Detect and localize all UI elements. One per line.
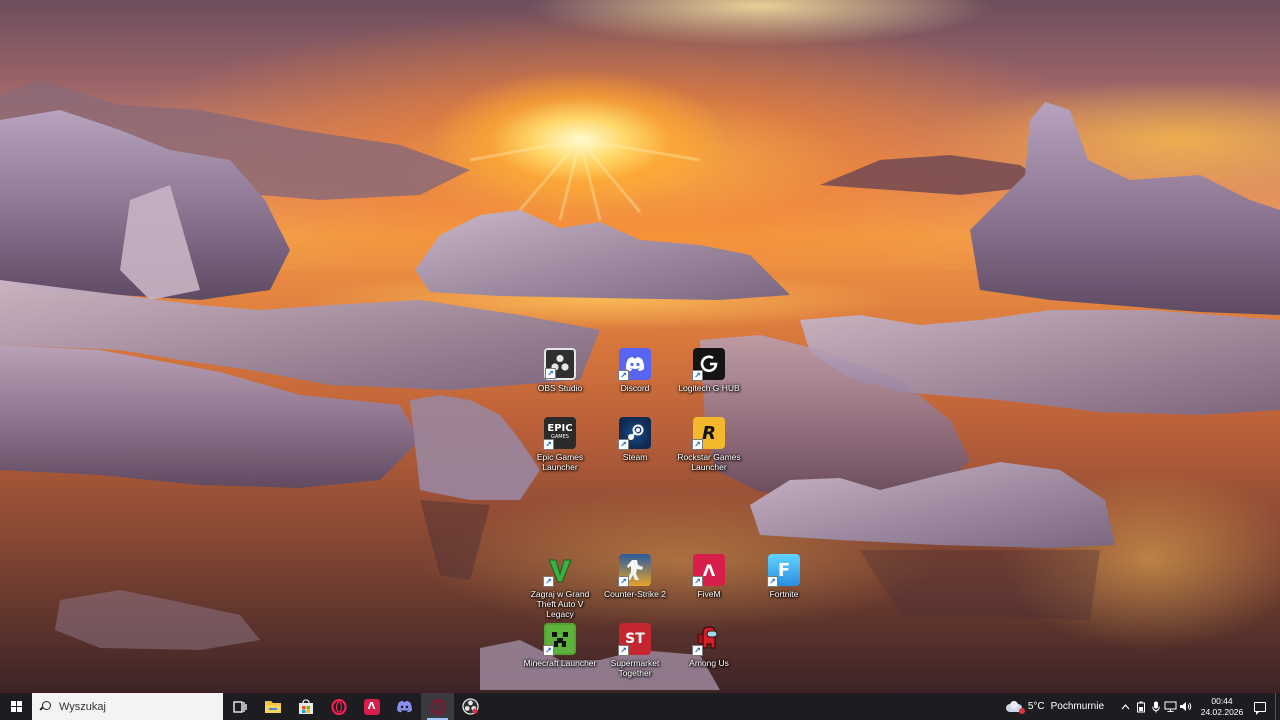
desktop-icon-label: Counter-Strike 2 (604, 589, 666, 599)
desktop-icon-label: Steam (622, 452, 648, 462)
desktop-icon-discord[interactable]: ↗ Discord (597, 348, 673, 393)
desktop-icon-label: FiveM (697, 589, 721, 599)
weather-temperature: 5°C (1027, 701, 1045, 712)
desktop-icon-label: Discord (620, 383, 650, 393)
microphone-icon[interactable] (1148, 693, 1163, 720)
shortcut-arrow-icon: ↗ (692, 645, 703, 656)
cloud-icon (1005, 701, 1025, 714)
task-view-icon (232, 700, 247, 713)
shortcut-arrow-icon: ↗ (618, 370, 629, 381)
shortcut-arrow-icon: ↗ (692, 370, 703, 381)
taskbar: Λ 5°C Pochmurnie 00:44 (0, 693, 1280, 720)
desktop-icon-logitech-g-hub[interactable]: ↗ Logitech G HUB (671, 348, 747, 393)
taskbar-file-explorer[interactable] (256, 693, 289, 720)
search-input[interactable] (59, 700, 209, 713)
taskbar-opera-gx[interactable] (322, 693, 355, 720)
fortnite-icon: F ↗ (767, 554, 800, 587)
fivem-icon: Λ (363, 698, 380, 715)
start-button[interactable] (0, 693, 32, 720)
shortcut-arrow-icon: ↗ (543, 645, 554, 656)
taskbar-fivem[interactable]: Λ (355, 693, 388, 720)
chevron-up-icon[interactable] (1118, 693, 1133, 720)
supermarket-together-icon: ST ↗ (618, 623, 651, 656)
search-icon (40, 701, 51, 712)
search-box[interactable] (32, 693, 223, 720)
clock[interactable]: 00:44 24.02.2026 (1199, 696, 1245, 718)
logitech-icon: ↗ (692, 348, 725, 381)
desktop-icon-among-us[interactable]: ↗ Among Us (671, 623, 747, 668)
fortnite-logo-text: F (777, 559, 791, 581)
shortcut-arrow-icon: ↗ (545, 368, 556, 379)
epic-logo-text: EPIC (547, 423, 573, 434)
steam-icon: ↗ (618, 417, 651, 450)
discord-icon: ↗ (618, 348, 651, 381)
shortcut-arrow-icon: ↗ (543, 576, 554, 587)
obs-icon (462, 698, 479, 715)
desktop-icon-label: Supermarket Together (610, 658, 660, 678)
desktop-icon-label: Among Us (689, 658, 729, 668)
notification-icon (1254, 701, 1266, 715)
desktop-icon-label: Minecraft Launcher (523, 658, 597, 668)
clock-time: 00:44 (1211, 695, 1233, 706)
minecraft-icon: ↗ (543, 623, 576, 656)
folder-icon (264, 701, 281, 713)
volume-icon[interactable] (1178, 693, 1193, 720)
rockstar-icon: R ↗ (692, 417, 725, 450)
weather-alert-icon (1018, 708, 1025, 714)
desktop-icon-steam[interactable]: ↗ Steam (597, 417, 673, 462)
desktop-icon-counter-strike-2[interactable]: ↗ Counter-Strike 2 (597, 554, 673, 599)
weather-condition: Pochmurnie (1050, 701, 1104, 712)
taskbar-task-view[interactable] (223, 693, 256, 720)
taskbar-discord[interactable] (388, 693, 421, 720)
fivem-logo-text: Λ (702, 560, 716, 580)
desktop-icon-obs-studio[interactable]: ↗ OBS Studio (522, 348, 598, 393)
fivem-icon: Λ ↗ (692, 554, 725, 587)
shortcut-arrow-icon: ↗ (543, 439, 554, 450)
opera-icon (429, 698, 446, 715)
desktop-icon-label: Fortnite (769, 589, 799, 599)
desktop-icon-label: Zagraj w Grand Theft Auto V Legacy (530, 589, 590, 619)
battery-icon[interactable] (1133, 693, 1148, 720)
obs-icon: ↗ (544, 348, 576, 380)
desktop-icon-rockstar-games-launcher[interactable]: R ↗ Rockstar Games Launcher (671, 417, 747, 472)
taskbar-microsoft-store[interactable] (289, 693, 322, 720)
discord-icon (397, 700, 412, 713)
opera-icon (330, 698, 347, 715)
windows-logo-icon (10, 701, 22, 712)
shortcut-arrow-icon: ↗ (618, 645, 629, 656)
among-us-icon: ↗ (692, 623, 725, 656)
notification-center-button[interactable] (1245, 693, 1275, 720)
desktop-icon-label: Epic Games Launcher (536, 452, 584, 472)
taskbar-obs-studio[interactable] (454, 693, 487, 720)
shortcut-arrow-icon: ↗ (692, 439, 703, 450)
shortcut-arrow-icon: ↗ (618, 576, 629, 587)
desktop-icon-label: Logitech G HUB (678, 383, 740, 393)
store-icon (298, 698, 313, 714)
desktop-icon-gta-v-legacy[interactable]: ↗ Zagraj w Grand Theft Auto V Legacy (522, 554, 598, 619)
shortcut-arrow-icon: ↗ (618, 439, 629, 450)
shortcut-arrow-icon: ↗ (767, 576, 778, 587)
rockstar-logo-text: R (702, 422, 716, 444)
shortcut-arrow-icon: ↗ (692, 576, 703, 587)
epic-games-icon: EPIC GAMES ↗ (543, 417, 576, 450)
desktop-icon-label: Rockstar Games Launcher (677, 452, 741, 472)
desktop-icon-minecraft-launcher[interactable]: ↗ Minecraft Launcher (522, 623, 598, 668)
desktop-icon-label: OBS Studio (537, 383, 583, 393)
desktop-icon-epic-games-launcher[interactable]: EPIC GAMES ↗ Epic Games Launcher (522, 417, 598, 472)
taskbar-opera-gx-active[interactable] (421, 693, 454, 720)
gta-v-icon: ↗ (543, 554, 576, 587)
clock-date: 24.02.2026 (1200, 706, 1244, 717)
desktop-icon-supermarket-together[interactable]: ST ↗ Supermarket Together (597, 623, 673, 678)
weather-widget[interactable]: 5°C Pochmurnie (1005, 701, 1104, 714)
system-tray: 5°C Pochmurnie 00:44 24.02.2026 (1005, 693, 1280, 720)
show-desktop-button[interactable] (1275, 693, 1280, 720)
network-icon[interactable] (1163, 693, 1178, 720)
desktop-icon-fortnite[interactable]: F ↗ Fortnite (746, 554, 822, 599)
desktop-icon-fivem[interactable]: Λ ↗ FiveM (671, 554, 747, 599)
counter-strike-icon: ↗ (618, 554, 651, 587)
